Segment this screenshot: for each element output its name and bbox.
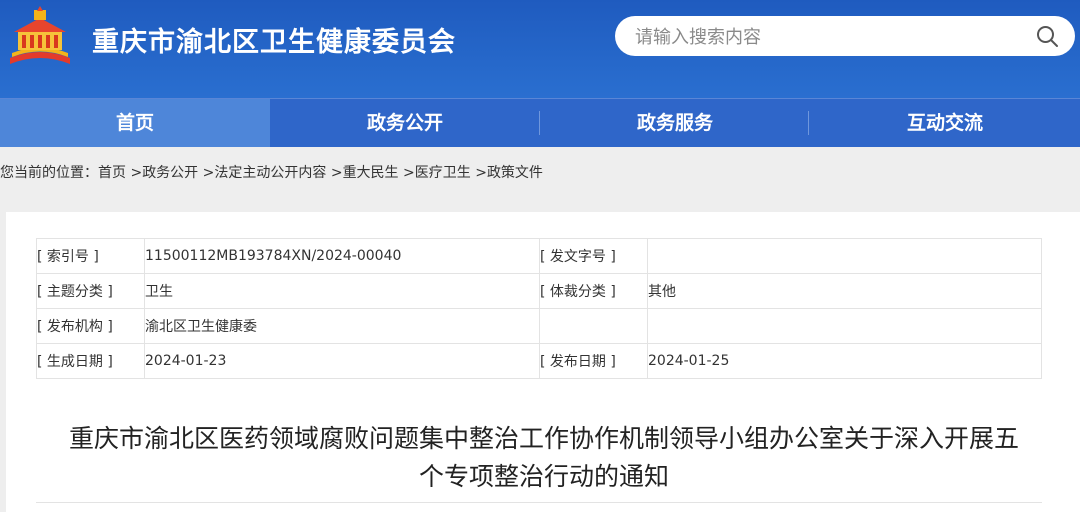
meta-label-publish-date: [ 发布日期 ] bbox=[539, 343, 648, 379]
meta-value-index-number: 11500112MB193784XN/2024-00040 bbox=[144, 238, 540, 274]
meta-value-empty bbox=[647, 308, 1042, 344]
document-title-line: 个专项整治行动的通知 bbox=[418, 462, 669, 491]
content-card: [ 索引号 ] 11500112MB193784XN/2024-00040 [ … bbox=[6, 212, 1080, 512]
nav-item-gov-affairs-open[interactable]: 政务公开 bbox=[270, 99, 540, 147]
search-box bbox=[615, 16, 1075, 58]
nav-item-gov-services[interactable]: 政务服务 bbox=[540, 99, 810, 147]
meta-value-created-date: 2024-01-23 bbox=[144, 343, 540, 379]
breadcrumb-separator: > bbox=[470, 165, 487, 181]
search-input[interactable] bbox=[633, 16, 1027, 58]
main-nav: 首页 政务公开 政务服务 互动交流 bbox=[0, 98, 1080, 147]
table-row: [ 发布机构 ] 渝北区卫生健康委 bbox=[36, 308, 1042, 344]
meta-label-created-date: [ 生成日期 ] bbox=[36, 343, 145, 379]
meta-value-publisher: 渝北区卫生健康委 bbox=[144, 308, 540, 344]
meta-label-document-number: [ 发文字号 ] bbox=[539, 238, 648, 274]
divider bbox=[36, 502, 1042, 503]
document-meta-table: [ 索引号 ] 11500112MB193784XN/2024-00040 [ … bbox=[36, 238, 1042, 379]
breadcrumb-separator: > bbox=[326, 165, 343, 181]
meta-label-genre-category: [ 体裁分类 ] bbox=[539, 273, 648, 309]
breadcrumb-item-statutory-disclosure[interactable]: 法定主动公开内容 bbox=[214, 165, 326, 181]
nav-divider bbox=[808, 111, 809, 135]
meta-value-document-number bbox=[647, 238, 1042, 274]
document-title: 重庆市渝北区医药领域腐败问题集中整治工作协作机制领导小组办公室关于深入开展五 个… bbox=[24, 420, 1064, 496]
meta-value-publish-date: 2024-01-25 bbox=[647, 343, 1042, 379]
meta-value-topic-category: 卫生 bbox=[144, 273, 540, 309]
table-row: [ 生成日期 ] 2024-01-23 [ 发布日期 ] 2024-01-25 bbox=[36, 343, 1042, 379]
nav-divider bbox=[539, 111, 540, 135]
breadcrumb-item-home[interactable]: 首页 bbox=[98, 165, 126, 181]
breadcrumb-separator: > bbox=[398, 165, 415, 181]
breadcrumb-separator: > bbox=[198, 165, 215, 181]
nav-item-home[interactable]: 首页 bbox=[0, 99, 270, 147]
nav-item-interaction[interactable]: 互动交流 bbox=[810, 99, 1080, 147]
table-row: [ 主题分类 ] 卫生 [ 体裁分类 ] 其他 bbox=[36, 273, 1042, 309]
meta-label-index-number: [ 索引号 ] bbox=[36, 238, 145, 274]
breadcrumb-item-major-livelihood[interactable]: 重大民生 bbox=[343, 165, 399, 181]
breadcrumb-separator: > bbox=[126, 165, 143, 181]
breadcrumb-item-gov-affairs-open[interactable]: 政务公开 bbox=[142, 165, 198, 181]
meta-label-empty bbox=[539, 308, 648, 344]
meta-label-topic-category: [ 主题分类 ] bbox=[36, 273, 145, 309]
site-title[interactable]: 重庆市渝北区卫生健康委员会 bbox=[92, 20, 456, 59]
document-title-line: 重庆市渝北区医药领域腐败问题集中整治工作协作机制领导小组办公室关于深入开展五 bbox=[68, 424, 1019, 453]
meta-value-genre-category: 其他 bbox=[647, 273, 1042, 309]
search-icon[interactable] bbox=[1035, 24, 1059, 48]
meta-label-publisher: [ 发布机构 ] bbox=[36, 308, 145, 344]
site-header: 重庆市渝北区卫生健康委员会 bbox=[0, 0, 1080, 98]
table-row: [ 索引号 ] 11500112MB193784XN/2024-00040 [ … bbox=[36, 238, 1042, 274]
breadcrumb: 您当前的位置：首页 >政务公开 >法定主动公开内容 >重大民生 >医疗卫生 >政… bbox=[0, 162, 543, 182]
government-logo-icon[interactable] bbox=[4, 6, 76, 68]
breadcrumb-prefix: 您当前的位置： bbox=[0, 165, 98, 181]
breadcrumb-item-policy-documents[interactable]: 政策文件 bbox=[487, 165, 543, 181]
breadcrumb-item-healthcare[interactable]: 医疗卫生 bbox=[415, 165, 471, 181]
